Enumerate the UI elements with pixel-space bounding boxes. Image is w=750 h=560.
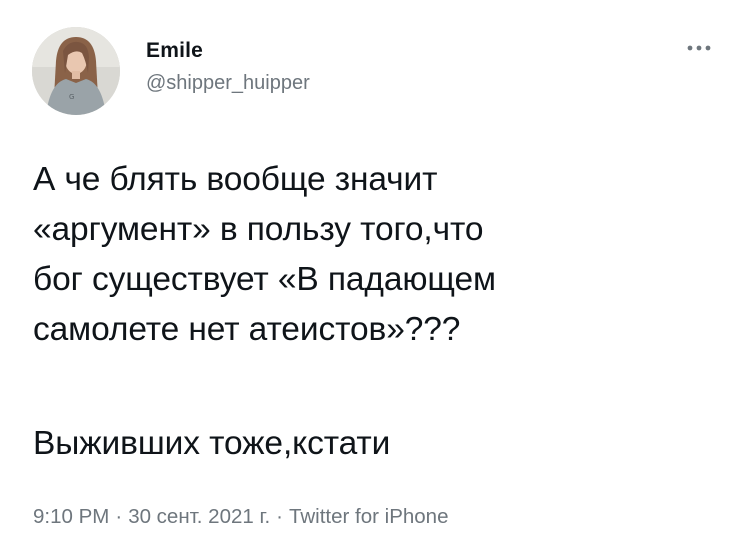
tweet-date[interactable]: 30 сент. 2021 г.: [128, 505, 270, 528]
tweet-card: G Emile @shipper_huipper А че блять вооб…: [0, 0, 750, 560]
tweet-meta: 9:10 PM · 30 сент. 2021 г. · Twitter for iPh…: [33, 503, 448, 531]
author-handle[interactable]: @shipper_huipper: [146, 70, 310, 96]
user-photo-avatar-icon: G: [32, 27, 120, 115]
tweet-source[interactable]: Twitter for iPhone: [289, 505, 449, 528]
author-block: Emile @shipper_huipper: [146, 38, 310, 96]
tweet-text-line: «аргумент» в пользу того,что: [33, 211, 484, 248]
more-options-button[interactable]: [684, 38, 718, 58]
tweet-text-line: самолете нет атеистов»???: [33, 311, 461, 348]
author-display-name[interactable]: Emile: [146, 38, 310, 64]
tweet-text-line: бог существует «В падающем: [33, 261, 496, 298]
more-horizontal-icon: [687, 45, 711, 51]
avatar[interactable]: G: [32, 27, 120, 115]
tweet-text: А че блять вообще значит «аргумент» в по…: [33, 155, 723, 469]
meta-separator: ·: [276, 505, 283, 528]
tweet-text-last-line: Выживших тоже,кстати: [33, 425, 391, 462]
meta-separator: ·: [115, 505, 123, 528]
tweet-time[interactable]: 9:10 PM: [33, 505, 109, 528]
svg-text:G: G: [69, 93, 74, 101]
tweet-text-line: А че блять вообще значит: [33, 161, 438, 198]
